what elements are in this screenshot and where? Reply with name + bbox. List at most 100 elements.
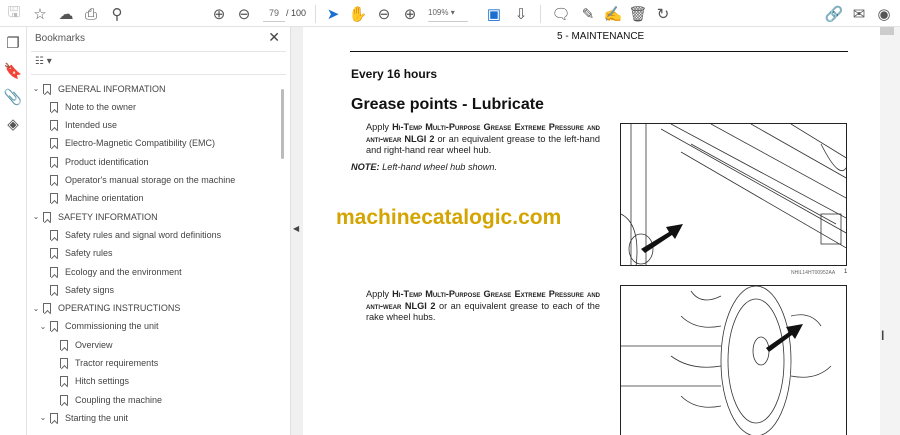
bookmark-icon[interactable]: 🔖 — [3, 61, 23, 81]
page-up-icon[interactable]: ⊕ — [209, 4, 229, 24]
bookmark-item[interactable]: Ecology and the environment — [48, 263, 182, 280]
bookmark-icon — [60, 376, 68, 387]
bookmark-item[interactable]: Safety rules — [48, 245, 113, 262]
hand-tool-icon[interactable]: ✋ — [348, 4, 368, 24]
bookmark-label: Hitch settings — [75, 376, 130, 387]
bookmark-item[interactable]: Electro-Magnetic Compatibility (EMC) — [48, 135, 215, 152]
bookmark-item[interactable]: Hitch settings — [58, 373, 129, 390]
zoom-in-icon[interactable]: ⊕ — [400, 4, 420, 24]
bookmark-label: Intended use — [65, 120, 118, 131]
chevron-down-icon[interactable]: ⌄ — [38, 322, 48, 331]
bookmark-item[interactable]: Safety rules and signal word definitions — [48, 226, 221, 243]
bookmark-icon — [50, 193, 58, 204]
bookmark-label: Product identification — [65, 156, 149, 167]
zoom-out-icon[interactable]: ⊖ — [374, 4, 394, 24]
text: Apply — [366, 122, 393, 132]
figure-caption: NHIL14HT00952AA — [791, 270, 836, 276]
email-icon[interactable]: ✉ — [849, 4, 869, 24]
divider — [31, 74, 286, 75]
bookmark-item[interactable]: ⌄ Starting the unit — [38, 409, 128, 426]
account-icon[interactable]: ◉ — [874, 4, 894, 24]
bookmark-item[interactable]: Machine orientation — [48, 190, 144, 207]
bookmark-icon — [50, 248, 58, 259]
header-rule — [350, 51, 848, 52]
bookmark-item[interactable]: Intended use — [48, 117, 117, 134]
bookmark-icon — [60, 339, 68, 350]
scroll-mode-icon[interactable]: ⇩ — [511, 4, 531, 24]
layers-icon[interactable]: ◈ — [3, 114, 23, 134]
paragraph-1: Apply Hi-Temp Multi-Purpose Grease Extre… — [366, 122, 600, 157]
bookmark-item[interactable]: Safety signs — [48, 281, 114, 298]
document-scrollbar[interactable] — [880, 27, 900, 435]
bookmark-item[interactable]: Coupling the machine — [58, 391, 162, 408]
note-label: NOTE: — [351, 162, 380, 172]
bookmark-item[interactable]: ⌄ OPERATING INSTRUCTIONS — [31, 300, 180, 317]
pen-icon[interactable]: ✎ — [578, 4, 598, 24]
text: Apply — [366, 289, 393, 299]
toolbar: 🖫 ☆ ☁ ⎙ ⚲ ⊕ ⊖ 79 / 100 ➤ ✋ ⊖ ⊕ 109% ▾ ▣ … — [0, 0, 900, 27]
pointer-arrow — [766, 324, 803, 352]
panel-scrollbar[interactable] — [281, 89, 284, 159]
bookmark-label: Ecology and the environment — [65, 266, 182, 277]
page-number-input[interactable]: 79 — [263, 6, 285, 22]
illustration-rake-wheel — [621, 286, 832, 435]
save-icon[interactable]: 🖫 — [4, 4, 24, 24]
comment-icon[interactable]: 🗨 — [551, 4, 571, 24]
bookmark-label: Safety rules — [65, 248, 113, 259]
chevron-down-icon[interactable]: ⌄ — [31, 84, 41, 93]
sign-icon[interactable]: ✍ — [603, 4, 623, 24]
bookmark-label: Coupling the machine — [75, 394, 163, 405]
rotate-icon[interactable]: ↻ — [653, 4, 673, 24]
bookmark-item[interactable]: ⌄ GENERAL INFORMATION — [31, 80, 166, 97]
star-icon[interactable]: ☆ — [30, 4, 50, 24]
bookmark-label: Safety rules and signal word definitions — [65, 229, 222, 240]
bookmark-item[interactable]: Overview — [58, 336, 113, 353]
side-rail: ❐ 🔖 📎 ◈ — [0, 27, 27, 435]
bookmarks-panel: Bookmarks ✕ ☷ ▾ ⌄ GENERAL INFORMATION Note… — [27, 27, 290, 435]
bookmark-options-button[interactable]: ☷ ▾ — [35, 56, 52, 67]
bookmark-label: GENERAL INFORMATION — [58, 83, 166, 94]
figure-rear-wheel-hub — [620, 123, 847, 266]
section-header: 5 - MAINTENANCE — [557, 31, 645, 42]
chevron-down-icon[interactable]: ⌄ — [38, 413, 48, 422]
bookmark-icon — [43, 83, 51, 94]
bookmark-item[interactable]: ⌄ Commissioning the unit — [38, 318, 159, 335]
attachment-icon[interactable]: 📎 — [3, 87, 23, 107]
collapse-panel-arrow[interactable]: ◀ — [293, 224, 299, 233]
divider — [315, 5, 316, 23]
expand-right-panel-arrow[interactable]: ▎ — [882, 331, 888, 340]
select-cursor-icon[interactable]: ➤ — [323, 4, 343, 24]
close-icon[interactable]: ✕ — [268, 29, 280, 46]
cloud-upload-icon[interactable]: ☁ — [56, 4, 76, 24]
subtitle: Every 16 hours — [351, 67, 438, 81]
bookmark-item[interactable]: ⌄ SAFETY INFORMATION — [31, 208, 158, 225]
bookmark-icon — [50, 120, 58, 131]
bookmark-label: Tractor requirements — [75, 358, 159, 368]
bookmark-icon — [43, 211, 51, 222]
bookmark-label: Starting the unit — [65, 412, 129, 423]
bookmark-item[interactable]: Product identification — [48, 153, 149, 170]
page-total: / 100 — [286, 8, 307, 18]
share-link-icon[interactable]: 🔗 — [824, 4, 844, 24]
fit-page-icon[interactable]: ▣ — [484, 4, 504, 24]
bookmark-item[interactable]: Tractor requirements — [58, 355, 158, 372]
scrollbar-thumb[interactable] — [880, 27, 894, 35]
bookmark-icon — [60, 358, 68, 368]
document-page: 5 - MAINTENANCE Every 16 hours Grease po… — [303, 27, 880, 435]
bookmark-icon — [60, 394, 68, 405]
page-down-icon[interactable]: ⊖ — [234, 4, 254, 24]
search-icon[interactable]: ⚲ — [107, 4, 127, 24]
chevron-down-icon[interactable]: ⌄ — [31, 304, 41, 313]
page-title: Grease points - Lubricate — [351, 96, 544, 113]
bookmark-icon — [50, 156, 58, 167]
figure-rake-wheel-hub — [620, 285, 847, 435]
delete-icon[interactable]: 🗑 — [628, 4, 648, 24]
zoom-level-select[interactable]: 109% ▾ — [428, 6, 468, 22]
bookmark-icon — [50, 284, 58, 295]
page-thumbnails-icon[interactable]: ❐ — [3, 33, 23, 53]
bookmark-icon — [50, 175, 58, 185]
chevron-down-icon[interactable]: ⌄ — [31, 212, 41, 221]
bookmark-item[interactable]: Note to the owner — [48, 98, 136, 115]
bookmark-item[interactable]: Operator's manual storage on the machine — [48, 172, 235, 189]
print-icon[interactable]: ⎙ — [81, 4, 101, 24]
